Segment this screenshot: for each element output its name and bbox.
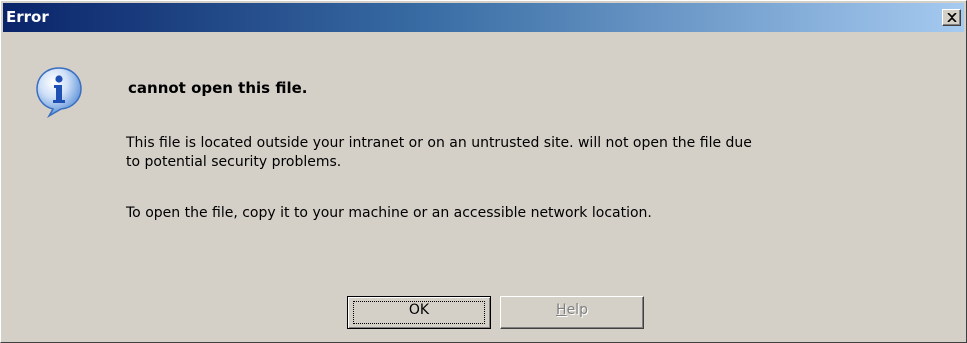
info-icon <box>35 66 83 119</box>
message-line-1: This file is located outside your intran… <box>126 135 752 151</box>
window-title: Error <box>6 8 49 26</box>
message-line-3: To open the file, copy it to your machin… <box>126 205 652 221</box>
help-button[interactable]: Help <box>500 296 644 329</box>
ok-button[interactable]: OK <box>347 296 491 329</box>
help-mnemonic: H <box>556 302 567 318</box>
help-label-rest: elp <box>566 302 588 318</box>
message-line-2: to potential security problems. <box>126 154 342 170</box>
close-icon <box>947 13 957 22</box>
close-button[interactable] <box>942 9 961 26</box>
help-button-label: Help <box>556 302 588 318</box>
title-bar[interactable]: Error <box>3 3 964 32</box>
error-dialog: Error cannot open this file. This file i… <box>0 0 967 343</box>
message-heading: cannot open this file. <box>128 79 308 97</box>
ok-button-label: OK <box>408 302 430 318</box>
